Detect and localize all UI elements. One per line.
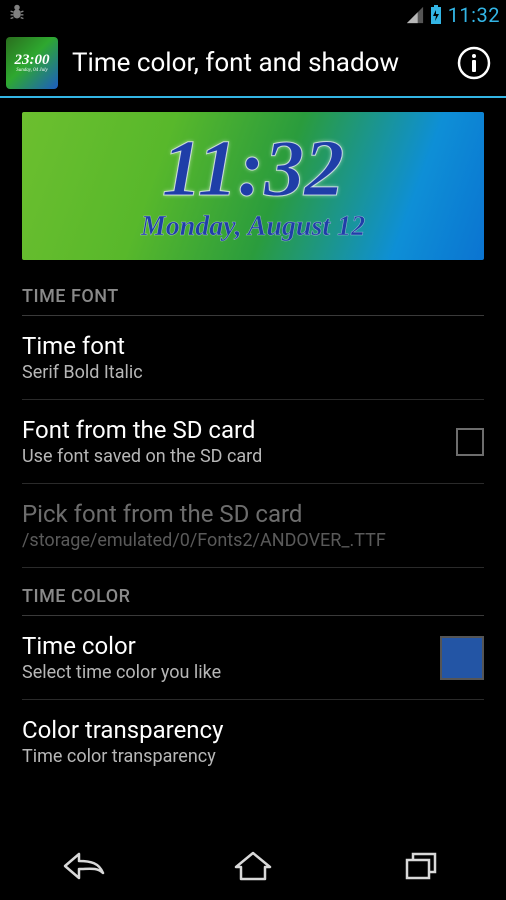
app-icon[interactable]: 23:00 Sunday, 04 July (6, 37, 58, 89)
color-swatch[interactable] (440, 636, 484, 680)
pref-title: Font from the SD card (22, 416, 440, 444)
widget-preview[interactable]: 11:32 Monday, August 12 (22, 112, 484, 260)
back-icon (61, 849, 107, 883)
pref-pick-font-sd: Pick font from the SD card /storage/emul… (0, 484, 506, 567)
action-bar-title: Time color, font and shadow (72, 48, 452, 78)
screen: 11:32 23:00 Sunday, 04 July Time color, … (0, 0, 506, 900)
home-icon (232, 849, 274, 883)
nav-back-button[interactable] (39, 842, 129, 890)
nav-recent-button[interactable] (377, 842, 467, 890)
pref-summary: Serif Bold Italic (22, 362, 484, 383)
signal-icon (406, 6, 424, 24)
pref-summary: Use font saved on the SD card (22, 446, 440, 467)
app-icon-date: Sunday, 04 July (16, 68, 48, 73)
pref-title: Time color (22, 632, 424, 660)
pref-summary: Select time color you like (22, 662, 424, 683)
preview-date: Monday, August 12 (141, 211, 365, 243)
pref-color-transparency[interactable]: Color transparency Time color transparen… (0, 700, 506, 783)
pref-summary: /storage/emulated/0/Fonts2/ANDOVER_.TTF (22, 530, 484, 551)
content: 11:32 Monday, August 12 TIME FONT Time f… (0, 98, 506, 832)
color-swatch-box (440, 636, 484, 680)
checkbox-font-from-sd[interactable] (456, 428, 484, 456)
pref-title: Time font (22, 332, 484, 360)
pref-summary: Time color transparency (22, 746, 484, 767)
pref-title: Color transparency (22, 716, 484, 744)
status-clock: 11:32 (448, 3, 500, 27)
action-bar: 23:00 Sunday, 04 July Time color, font a… (0, 30, 506, 98)
pref-title: Pick font from the SD card (22, 500, 484, 528)
info-icon (456, 45, 492, 81)
recent-apps-icon (402, 849, 442, 883)
checkbox-icon (456, 428, 484, 456)
status-bar: 11:32 (0, 0, 506, 30)
navigation-bar (0, 832, 506, 900)
status-right: 11:32 (406, 3, 500, 27)
nav-home-button[interactable] (208, 842, 298, 890)
battery-icon (430, 5, 442, 25)
preview-time: 11:32 (162, 129, 344, 209)
section-header-time-font: TIME FONT (0, 268, 506, 311)
debug-icon (6, 2, 28, 29)
app-icon-time: 23:00 (15, 53, 50, 68)
pref-time-font[interactable]: Time font Serif Bold Italic (0, 316, 506, 399)
pref-time-color[interactable]: Time color Select time color you like (0, 616, 506, 699)
section-header-time-color: TIME COLOR (0, 568, 506, 611)
pref-font-from-sd[interactable]: Font from the SD card Use font saved on … (0, 400, 506, 483)
widget-preview-container: 11:32 Monday, August 12 (0, 98, 506, 268)
info-button[interactable] (452, 41, 496, 85)
